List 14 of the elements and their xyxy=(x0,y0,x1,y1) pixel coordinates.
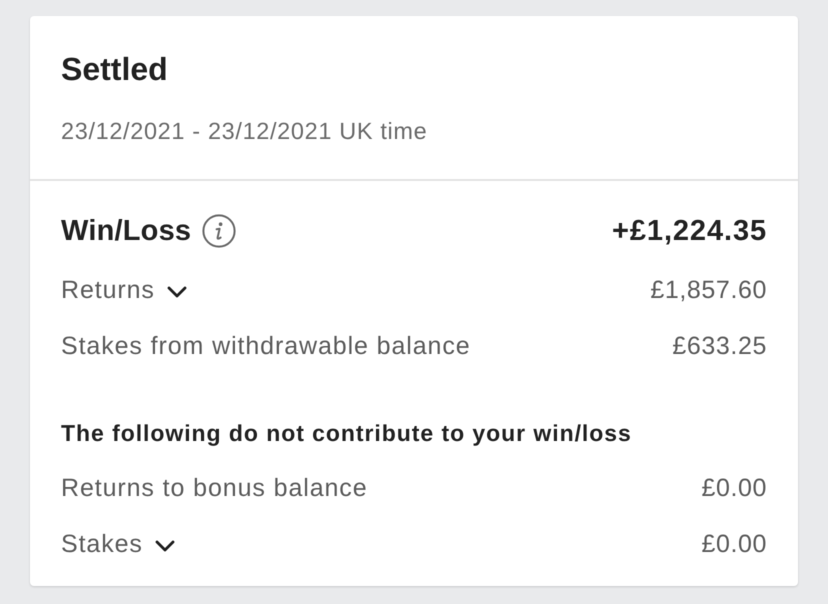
row-amount: £0.00 xyxy=(701,529,767,559)
row-amount: £633.25 xyxy=(672,331,767,361)
expand-toggle[interactable]: Stakes xyxy=(61,529,175,559)
info-icon[interactable] xyxy=(202,214,236,248)
date-range: 23/12/2021 - 23/12/2021 UK time xyxy=(61,117,428,145)
row-amount: £0.00 xyxy=(701,473,767,503)
row-label: Stakes from withdrawable balance xyxy=(61,331,471,361)
row-amount: £1,857.60 xyxy=(650,275,767,305)
section-heading: The following do not contribute to your win/loss xyxy=(61,419,633,447)
expand-toggle[interactable]: Returns xyxy=(61,275,187,305)
win-loss-label: Win/Loss xyxy=(61,214,192,249)
row-label: Returns to bonus balance xyxy=(61,473,368,503)
card-title: Settled xyxy=(61,50,168,88)
win-loss-amount: +£1,224.35 xyxy=(612,214,767,249)
